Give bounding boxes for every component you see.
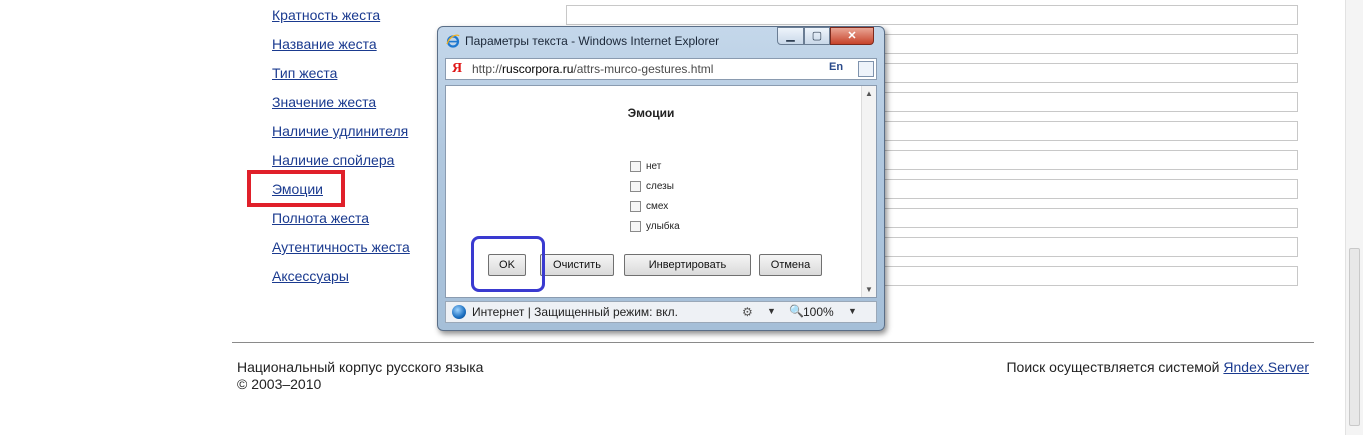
text-parameters-window: Параметры текста - Windows Internet Expl…: [437, 26, 885, 331]
attr-link-completeness[interactable]: Полнота жеста: [272, 210, 369, 226]
option-label: нет: [646, 161, 662, 172]
checkbox-smile[interactable]: [630, 221, 641, 232]
attr-link-gesture-multiplicity[interactable]: Кратность жеста: [272, 7, 380, 23]
checkbox-tears[interactable]: [630, 181, 641, 192]
attr-link-extender[interactable]: Наличие удлинителя: [272, 123, 408, 139]
maximize-button[interactable]: ▢: [804, 27, 830, 45]
protected-mode-icon[interactable]: ⚙: [742, 305, 753, 319]
chevron-down-icon[interactable]: ▼: [767, 306, 776, 316]
url-prefix: http://: [472, 62, 503, 76]
scroll-up-icon[interactable]: ▲: [865, 89, 873, 98]
window-title: Параметры текста - Windows Internet Expl…: [465, 34, 720, 48]
option-label: улыбка: [646, 221, 680, 232]
ie-logo-icon: [446, 34, 460, 48]
ok-highlight-box: [471, 236, 545, 292]
page-icon[interactable]: [858, 61, 874, 77]
minimize-icon: ▁: [786, 30, 795, 42]
checkbox-laughter[interactable]: [630, 201, 641, 212]
zoom-level[interactable]: 100%: [803, 305, 834, 319]
minimize-button[interactable]: ▁: [777, 27, 804, 45]
url-path: /attrs-murco-gestures.html: [573, 62, 714, 76]
attr-link-gesture-name[interactable]: Название жеста: [272, 36, 377, 52]
copyright: © 2003–2010: [237, 376, 322, 392]
emotions-highlight-box: [247, 170, 345, 207]
status-bar: Интернет | Защищенный режим: вкл. ⚙ ▼ 🔍 …: [445, 301, 877, 323]
clear-button[interactable]: Очистить: [540, 254, 614, 276]
address-bar[interactable]: Я http://ruscorpora.ru/attrs-murco-gestu…: [445, 58, 877, 80]
attr-link-spoiler[interactable]: Наличие спойлера: [272, 152, 394, 168]
attr-link-gesture-meaning[interactable]: Значение жеста: [272, 94, 376, 110]
option-label: слезы: [646, 181, 674, 192]
cancel-button[interactable]: Отмена: [759, 254, 822, 276]
attr-link-authenticity[interactable]: Аутентичность жеста: [272, 239, 410, 255]
yandex-icon: Я: [452, 61, 463, 76]
invert-button[interactable]: Инвертировать: [624, 254, 751, 276]
option-laughter[interactable]: смех: [630, 201, 668, 215]
close-button[interactable]: ✕: [830, 27, 874, 45]
url-domain: ruscorpora.ru: [502, 62, 574, 76]
option-none[interactable]: нет: [630, 161, 661, 175]
page-scrollbar[interactable]: [1345, 0, 1363, 435]
option-tears[interactable]: слезы: [630, 181, 674, 195]
close-icon: ✕: [847, 30, 857, 42]
language-icon[interactable]: En: [829, 61, 843, 73]
page-scrollbar-thumb[interactable]: [1349, 248, 1360, 426]
footer-divider: [232, 342, 1314, 343]
dialog-scrollbar[interactable]: ▲ ▼: [861, 86, 876, 297]
dialog-content: Эмоции нет слезы смех улыбка OK Очистить…: [445, 85, 877, 298]
yandex-server-link[interactable]: Яndex.Server: [1223, 359, 1309, 375]
corpus-name: Национальный корпус русского языка: [237, 359, 484, 375]
zone-status: Интернет | Защищенный режим: вкл.: [472, 305, 678, 319]
zoom-icon[interactable]: 🔍: [789, 304, 804, 318]
title-bar[interactable]: Параметры текста - Windows Internet Expl…: [438, 27, 884, 55]
option-label: смех: [646, 201, 669, 212]
url-text[interactable]: http://ruscorpora.ru/attrs-murco-gesture…: [472, 62, 713, 76]
option-smile[interactable]: улыбка: [630, 221, 680, 235]
maximize-icon: ▢: [811, 30, 823, 42]
attr-link-gesture-type[interactable]: Тип жеста: [272, 65, 337, 81]
globe-icon: [452, 305, 466, 319]
attr-link-accessories[interactable]: Аксессуары: [272, 268, 349, 284]
dialog-title: Эмоции: [627, 106, 675, 120]
footer-info: Национальный корпус русского языка © 200…: [237, 359, 483, 393]
chevron-down-icon[interactable]: ▼: [848, 306, 857, 316]
scroll-down-icon[interactable]: ▼: [865, 285, 873, 294]
search-engine-credit: Поиск осуществляется системой Яndex.Serv…: [1006, 359, 1309, 375]
attr-input-gesture-multiplicity[interactable]: [566, 5, 1298, 25]
search-engine-prefix: Поиск осуществляется системой: [1006, 359, 1224, 375]
checkbox-none[interactable]: [630, 161, 641, 172]
